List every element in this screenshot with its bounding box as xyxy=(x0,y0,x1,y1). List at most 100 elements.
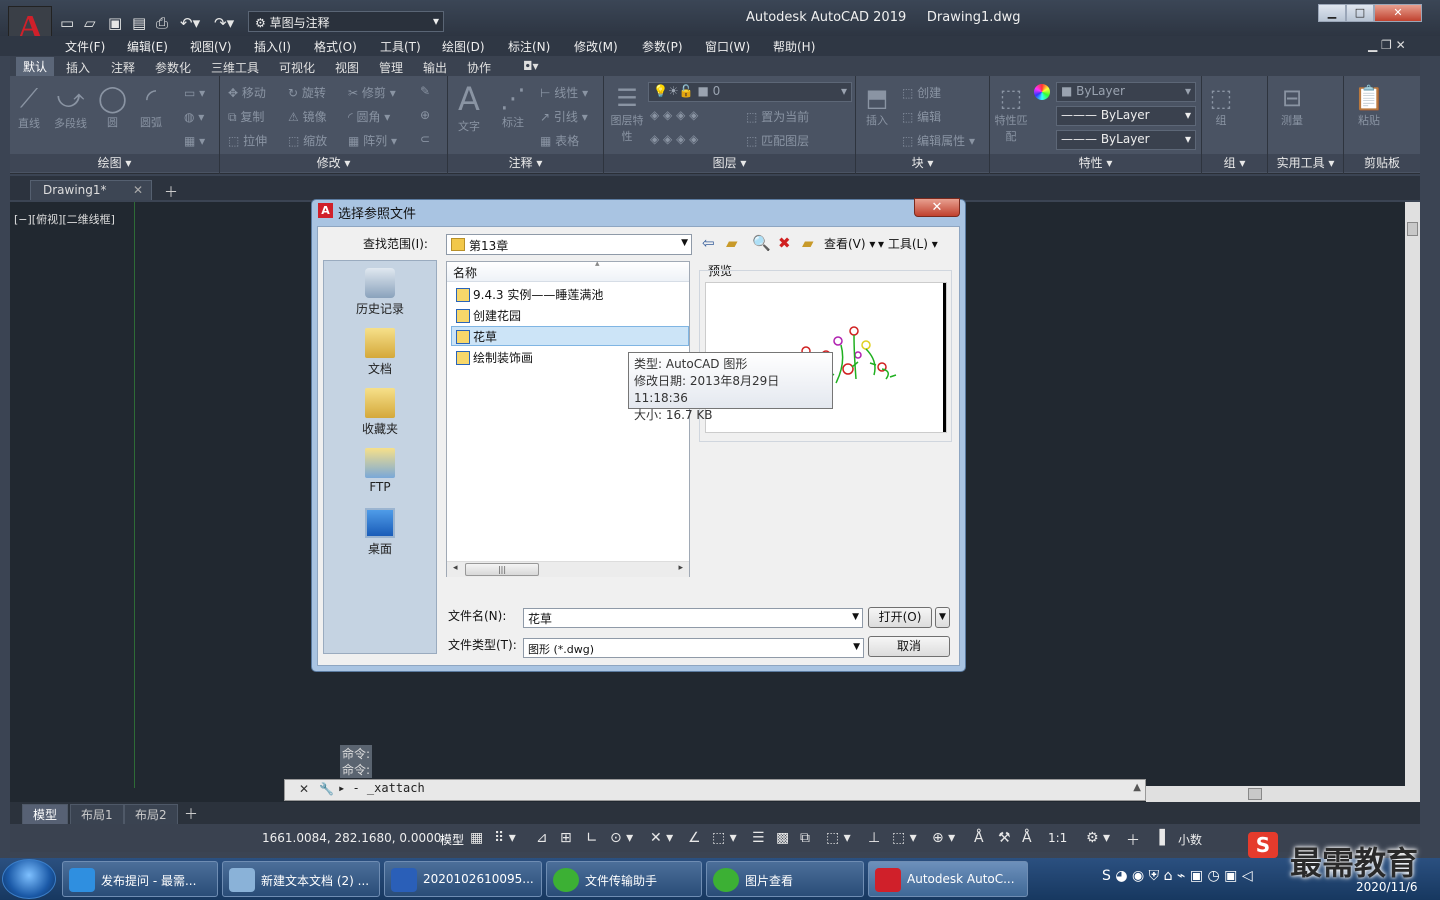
open-button[interactable]: 打开(O) xyxy=(868,607,932,628)
filetype-select[interactable]: 图形 (*.dwg) ▼ xyxy=(523,638,864,658)
menu-parametric[interactable]: 参数(P) xyxy=(642,38,683,55)
ribbon-group-label[interactable]: 绘图 ▾ xyxy=(10,154,219,172)
look-in-dropdown[interactable]: 第13章 ▼ xyxy=(446,234,692,255)
tools-menu[interactable]: ▾ 工具(L) ▾ xyxy=(878,235,938,252)
fillet-button[interactable]: ◜ 圆角 ▾ xyxy=(348,108,390,125)
redo-icon[interactable]: ↷▾ xyxy=(214,14,234,32)
add-layout-icon[interactable]: ＋ xyxy=(184,804,198,824)
new-folder-icon[interactable]: ▰ xyxy=(802,234,814,252)
annotation-monitor-icon[interactable]: ＋ xyxy=(1126,830,1140,850)
command-input[interactable]: ▸ - _xattach xyxy=(338,781,1138,799)
units-icon[interactable]: ▐ xyxy=(1154,830,1165,846)
cancel-button[interactable]: 取消 xyxy=(868,636,950,657)
array-button[interactable]: ▦ 阵列 ▾ xyxy=(348,132,397,149)
place-favorites[interactable]: 收藏夹 xyxy=(323,388,437,437)
horizontal-scrollbar[interactable] xyxy=(1146,786,1420,802)
tab-output[interactable]: 输出 xyxy=(423,59,447,76)
make-current-button[interactable]: ⬚ 置为当前 xyxy=(746,108,809,125)
rotate-button[interactable]: ↻ 旋转 xyxy=(288,84,326,101)
list-item[interactable]: 绘制装饰画 xyxy=(454,349,533,367)
snap-icon[interactable]: ⠿ ▾ xyxy=(494,830,516,846)
menu-window[interactable]: 窗口(W) xyxy=(705,38,750,55)
menu-draw[interactable]: 绘图(D) xyxy=(442,38,485,55)
open-options-dropdown[interactable]: ▼ xyxy=(935,607,950,628)
layer-tools-icon[interactable]: ◈ ◈ ◈ ◈ xyxy=(650,108,698,122)
leader-button[interactable]: ↗ 引线 ▾ xyxy=(540,108,588,125)
new-tab-icon[interactable]: ＋ xyxy=(164,182,178,202)
isodraft-icon[interactable]: ✕ ▾ xyxy=(650,830,673,846)
place-desktop[interactable]: 桌面 xyxy=(323,508,437,557)
layer-properties-button[interactable]: ☰ 图层特性 xyxy=(610,84,644,144)
taskbar-item-ie[interactable]: 发布提问 - 最需... xyxy=(62,861,218,897)
dynamic-input-icon[interactable]: ⊞ xyxy=(560,830,572,846)
selection-filter-icon[interactable]: ⬚ ▾ xyxy=(892,830,917,846)
selection-cycling-icon[interactable]: ⧉ xyxy=(800,830,810,846)
menu-edit[interactable]: 编辑(E) xyxy=(127,38,168,55)
ortho-icon[interactable]: ∟ xyxy=(586,830,598,846)
scrollbar-thumb[interactable]: ||| xyxy=(465,563,539,576)
up-folder-icon[interactable]: ▰ xyxy=(726,234,738,252)
units-value[interactable]: 小数 xyxy=(1178,831,1202,848)
close-button[interactable]: ✕ xyxy=(1374,4,1422,22)
place-documents[interactable]: 文档 xyxy=(323,328,437,377)
group-button[interactable]: ⬚ 组 xyxy=(1206,84,1236,128)
polar-icon[interactable]: ⊙ ▾ xyxy=(610,830,633,846)
object-snap-tracking-icon[interactable]: ∠ xyxy=(688,830,701,846)
column-header-name[interactable]: 名称 ▴ xyxy=(447,259,689,282)
windows-start-icon[interactable] xyxy=(2,859,56,899)
minimize-button[interactable]: ▁ xyxy=(1318,4,1346,22)
arc-button[interactable]: ◜ 圆弧 xyxy=(140,84,162,130)
close-icon[interactable]: ✕ xyxy=(299,782,309,796)
list-item[interactable]: 创建花园 xyxy=(454,307,521,325)
polyline-button[interactable]: ⤻ 多段线 xyxy=(54,84,87,131)
menu-file[interactable]: 文件(F) xyxy=(65,38,105,55)
ribbon-group-label[interactable]: 剪贴板 xyxy=(1344,154,1420,172)
explode-icon[interactable]: ⊕ xyxy=(420,108,430,122)
edit-block-button[interactable]: ⬚ 编辑 xyxy=(902,108,941,125)
save-icon[interactable]: ▣ xyxy=(108,14,122,32)
infer-constraints-icon[interactable]: ⊿ xyxy=(536,830,548,846)
insert-block-button[interactable]: ⬒ 插入 xyxy=(860,84,894,128)
tab-layout2[interactable]: 布局2 xyxy=(124,804,178,825)
taskbar-item-word[interactable]: 2020102610095... xyxy=(384,861,542,897)
scroll-right-icon[interactable]: ▸ xyxy=(678,563,683,573)
table-button[interactable]: ▦ 表格 xyxy=(540,132,579,149)
color-wheel-icon[interactable] xyxy=(1034,84,1050,100)
open-file-icon[interactable]: ▱ xyxy=(84,14,96,32)
tab-collaborate[interactable]: 协作 xyxy=(467,59,491,76)
tab-layout1[interactable]: 布局1 xyxy=(70,804,124,825)
mirror-button[interactable]: ⚠ 镜像 xyxy=(288,108,327,125)
tab-default[interactable]: 默认 xyxy=(16,57,55,76)
list-item[interactable]: 花草 xyxy=(454,328,497,346)
tab-parametric[interactable]: 参数化 xyxy=(155,59,191,76)
erase-icon[interactable]: ✎ xyxy=(420,84,430,98)
menu-insert[interactable]: 插入(I) xyxy=(254,38,291,55)
create-block-button[interactable]: ⬚ 创建 xyxy=(902,84,941,101)
match-properties-button[interactable]: ⬚ 特性匹配 xyxy=(994,84,1028,144)
menu-modify[interactable]: 修改(M) xyxy=(574,38,618,55)
color-dropdown[interactable]: ■ ByLayer ▾ xyxy=(1056,82,1196,102)
tab-insert[interactable]: 插入 xyxy=(66,59,90,76)
print-icon[interactable]: ⎙ xyxy=(156,14,168,32)
dimension-button[interactable]: ⋰ 标注 xyxy=(500,84,526,130)
paste-button[interactable]: 📋 粘贴 xyxy=(1352,84,1386,128)
scrollbar-thumb[interactable] xyxy=(1407,222,1418,236)
circle-button[interactable]: ◯ 圆 xyxy=(98,84,127,130)
taskbar-item-image-viewer[interactable]: 图片查看 xyxy=(706,861,864,897)
rectangle-icon[interactable]: ▭ ▾ xyxy=(184,86,205,100)
layer-tools2-icon[interactable]: ◈ ◈ ◈ ◈ xyxy=(650,132,698,146)
grid-icon[interactable]: ▦ xyxy=(470,830,483,846)
taskbar-item-notepad[interactable]: 新建文本文档 (2) ... xyxy=(222,861,380,897)
menu-help[interactable]: 帮助(H) xyxy=(773,38,815,55)
doc-window-controls-icon[interactable]: ▁ ❐ ✕ xyxy=(1368,38,1406,52)
scale-button[interactable]: ⬚ 缩放 xyxy=(288,132,327,149)
tray-icons[interactable]: S ◕ ◉ ⛨ ⌂ ⌁ ▣ ◷ ▣ ◁ xyxy=(1102,868,1253,884)
wrench-icon[interactable]: 🔧 xyxy=(319,782,334,796)
object-snap-icon[interactable]: ⬚ ▾ xyxy=(712,830,737,846)
layer-dropdown[interactable]: 💡☀🔓 ■ 0 ▾ xyxy=(648,82,852,102)
tab-3d-tools[interactable]: 三维工具 xyxy=(211,59,259,76)
tab-annotate[interactable]: 注释 xyxy=(111,59,135,76)
copy-button[interactable]: ⧉ 复制 xyxy=(228,108,264,125)
hatch-icon[interactable]: ◍ ▾ xyxy=(184,110,204,124)
scrollbar-thumb[interactable] xyxy=(1248,788,1262,800)
